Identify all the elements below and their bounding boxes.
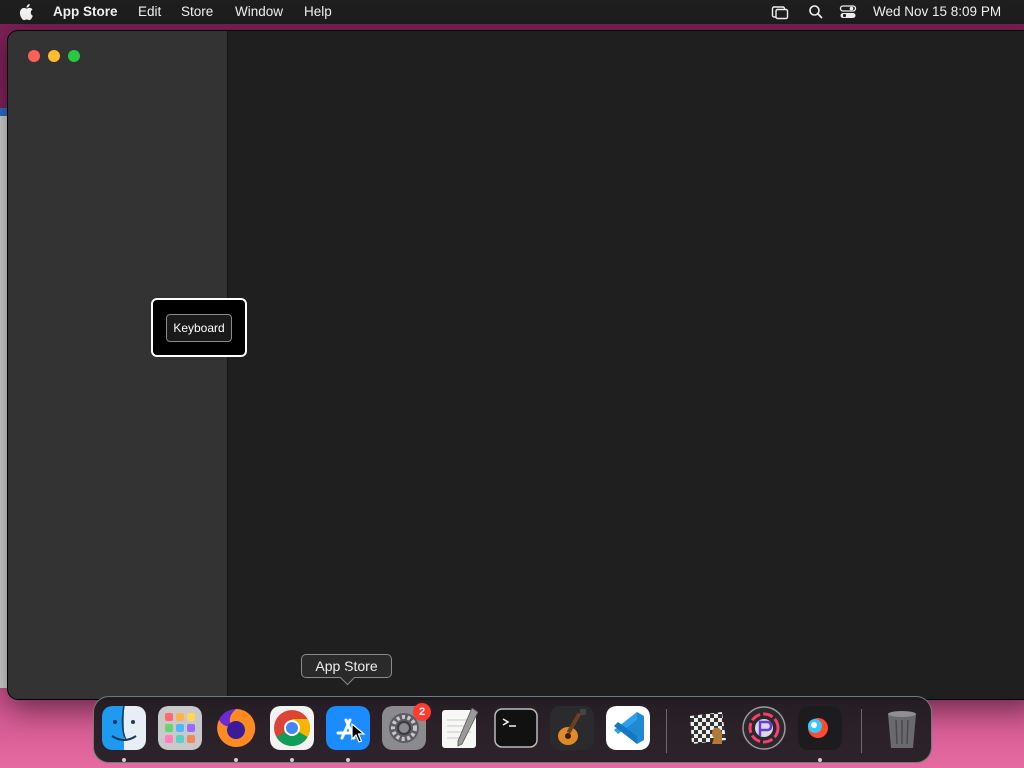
launchpad-icon[interactable] — [158, 706, 202, 750]
menu-window[interactable]: Window — [235, 4, 283, 20]
menu-edit[interactable]: Edit — [138, 4, 161, 20]
vscode-icon[interactable] — [606, 706, 650, 750]
zoom-window-button[interactable] — [68, 50, 80, 62]
minimize-window-button[interactable] — [48, 50, 60, 62]
main-content-area — [229, 31, 1024, 699]
menu-help[interactable]: Help — [304, 4, 332, 20]
background-window-edge — [0, 108, 8, 688]
dock-separator — [861, 709, 862, 753]
recorder-icon[interactable] — [798, 706, 842, 750]
running-indicator — [234, 758, 238, 762]
chrome-icon[interactable] — [270, 706, 314, 750]
running-indicator — [818, 758, 822, 762]
app-store-window — [8, 31, 1024, 699]
terminal-icon[interactable] — [494, 706, 538, 750]
firefox-icon[interactable] — [214, 706, 258, 750]
sidebar — [8, 31, 228, 699]
finder-icon[interactable] — [102, 706, 146, 750]
pixelmator-icon[interactable] — [742, 706, 786, 750]
menu-bar: App Store Edit Store Window Help Wed Nov… — [0, 0, 1024, 24]
notification-badge: 2 — [413, 703, 431, 721]
close-window-button[interactable] — [28, 50, 40, 62]
menubar-clock[interactable]: Wed Nov 15 8:09 PM — [873, 4, 1001, 20]
textedit-icon[interactable] — [438, 706, 482, 750]
trash-icon[interactable] — [880, 706, 924, 750]
keyboard-navigation-highlight: Keyboard — [151, 298, 247, 357]
dock-tooltip: App Store — [301, 654, 392, 678]
menu-app-name[interactable]: App Store — [53, 4, 118, 20]
screen-mirroring-icon[interactable] — [771, 4, 789, 20]
chess-icon[interactable] — [686, 706, 730, 750]
running-indicator — [122, 758, 126, 762]
running-indicator — [346, 758, 350, 762]
search-icon[interactable] — [807, 4, 825, 20]
dock-separator — [666, 709, 667, 753]
apple-menu-icon[interactable] — [19, 3, 35, 21]
dock: 2 — [93, 696, 932, 763]
mouse-pointer-icon — [351, 723, 365, 743]
garageband-icon[interactable] — [550, 706, 594, 750]
menu-store[interactable]: Store — [181, 4, 213, 20]
running-indicator — [290, 758, 294, 762]
keyboard-button[interactable]: Keyboard — [166, 313, 232, 342]
control-center-icon[interactable] — [839, 4, 857, 20]
